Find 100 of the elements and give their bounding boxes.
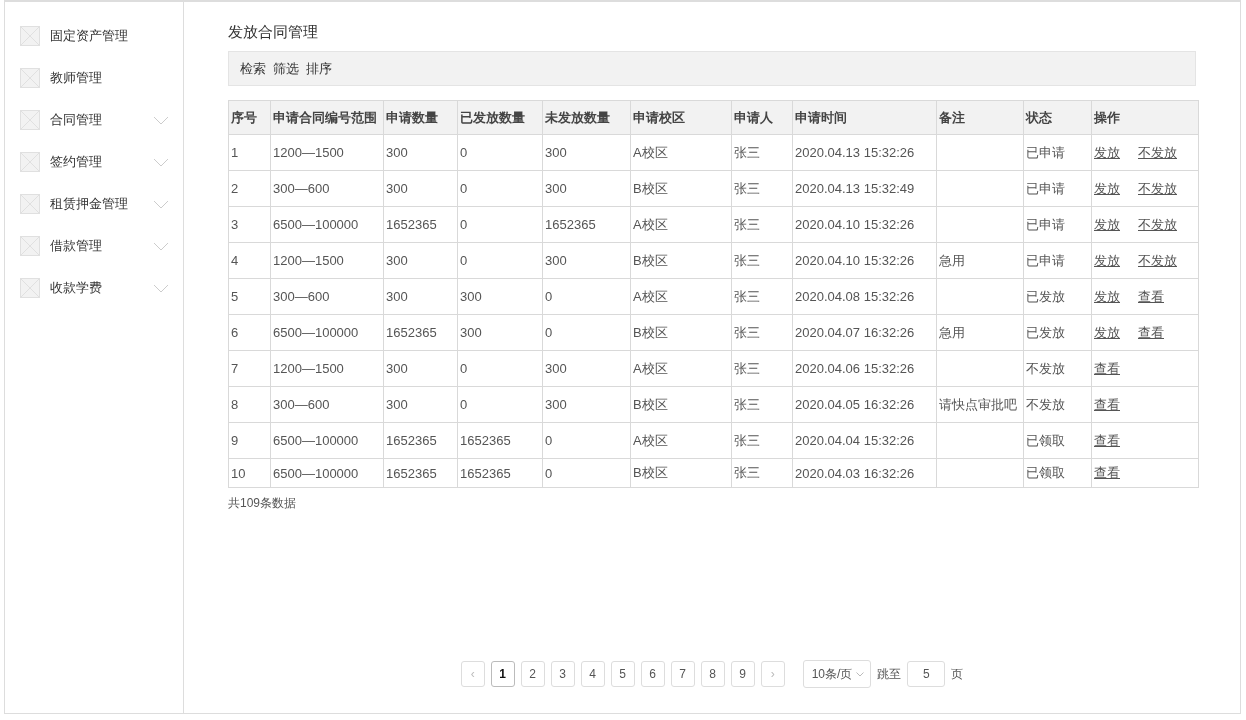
table-cell: 2020.04.10 15:32:26	[792, 206, 937, 243]
action-link[interactable]: 发放	[1094, 324, 1120, 340]
table-cell: 2	[228, 170, 271, 207]
table-cell: 张三	[731, 242, 793, 279]
table-cell: 300—600	[270, 170, 384, 207]
image-placeholder-icon	[20, 278, 40, 298]
table-cell: 1652365	[383, 422, 458, 459]
table-cell: 1652365	[383, 206, 458, 243]
table-cell: 1	[228, 134, 271, 171]
table-cell: 4	[228, 242, 271, 279]
column-header: 未发放数量	[542, 100, 631, 135]
table-cell: 6	[228, 314, 271, 351]
table-cell: 300	[542, 134, 631, 171]
action-link[interactable]: 发放	[1094, 288, 1120, 304]
column-header: 序号	[228, 100, 271, 135]
table-cell: 2020.04.05 16:32:26	[792, 386, 937, 423]
action-link[interactable]: 不发放	[1138, 180, 1177, 196]
table-cell: 已申请	[1023, 242, 1092, 279]
column-header: 申请人	[731, 100, 793, 135]
image-placeholder-icon	[20, 236, 40, 256]
table-cell: 张三	[731, 350, 793, 387]
sidebar-item[interactable]: 签约管理	[5, 141, 183, 183]
page-title: 发放合同管理	[228, 22, 319, 42]
sidebar-item[interactable]: 借款管理	[5, 225, 183, 267]
table-cell: 张三	[731, 386, 793, 423]
table-cell: 2020.04.10 15:32:26	[792, 242, 937, 279]
table-cell: 0	[457, 386, 543, 423]
action-link[interactable]: 发放	[1094, 180, 1120, 196]
action-link[interactable]: 发放	[1094, 144, 1120, 160]
table-cell: 2020.04.04 15:32:26	[792, 422, 937, 459]
page-button[interactable]: 7	[670, 661, 695, 687]
sidebar-item[interactable]: 租赁押金管理	[5, 183, 183, 225]
table-cell: 2020.04.13 15:32:26	[792, 134, 937, 171]
column-header: 申请合同编号范围	[270, 100, 384, 135]
column-header: 操作	[1091, 100, 1199, 135]
sidebar-item[interactable]: 教师管理	[5, 57, 183, 99]
chevron-down-icon	[153, 283, 169, 293]
page-button[interactable]: 1	[490, 661, 515, 687]
page-button[interactable]: 4	[580, 661, 605, 687]
table-cell: 已领取	[1023, 422, 1092, 459]
table-cell: 300	[457, 314, 543, 351]
table-cell: 300—600	[270, 386, 384, 423]
action-link[interactable]: 查看	[1094, 432, 1120, 448]
page-button[interactable]: 6	[640, 661, 665, 687]
column-header: 备注	[936, 100, 1024, 135]
action-link[interactable]: 不发放	[1138, 216, 1177, 232]
action-link[interactable]: 查看	[1094, 396, 1120, 412]
action-link[interactable]: 发放	[1094, 252, 1120, 268]
table-cell: 2020.04.13 15:32:49	[792, 170, 937, 207]
image-placeholder-icon	[20, 194, 40, 214]
sidebar-item[interactable]: 收款学费	[5, 267, 183, 309]
table-cell: 0	[542, 314, 631, 351]
chevron-down-icon	[153, 241, 169, 251]
chevron-down-icon	[153, 115, 169, 125]
toolbar-action[interactable]: 排序	[306, 59, 332, 78]
table-cell: B校区	[630, 386, 732, 423]
table-cell: 张三	[731, 170, 793, 207]
table-cell: 1200—1500	[270, 242, 384, 279]
chevron-down-icon	[153, 157, 169, 167]
page-button[interactable]: 2	[520, 661, 545, 687]
table-cell: 已申请	[1023, 170, 1092, 207]
action-link[interactable]: 不发放	[1138, 144, 1177, 160]
toolbar-action[interactable]: 检索	[240, 59, 266, 78]
page-button[interactable]: 3	[550, 661, 575, 687]
page-button[interactable]: 9	[730, 661, 755, 687]
table-cell: 急用	[936, 242, 1024, 279]
table-cell: 1652365	[542, 206, 631, 243]
table-cell: 不发放	[1023, 386, 1092, 423]
column-header: 状态	[1023, 100, 1092, 135]
action-link[interactable]: 发放	[1094, 216, 1120, 232]
table-cell: A校区	[630, 278, 732, 315]
action-link[interactable]: 查看	[1138, 324, 1164, 340]
table-cell: B校区	[630, 170, 732, 207]
table-cell: 1652365	[383, 314, 458, 351]
jump-label: 跳至	[877, 665, 902, 683]
table-cell: A校区	[630, 350, 732, 387]
toolbar-action[interactable]: 筛选	[273, 59, 299, 78]
sidebar-item[interactable]: 固定资产管理	[5, 15, 183, 57]
table-cell: B校区	[630, 242, 732, 279]
action-link[interactable]: 查看	[1094, 465, 1120, 480]
table-cell: 300	[383, 170, 458, 207]
table-cell: 2020.04.08 15:32:26	[792, 278, 937, 315]
action-link[interactable]: 查看	[1094, 360, 1120, 376]
table-cell: 300	[383, 386, 458, 423]
table-cell: 0	[457, 206, 543, 243]
table-cell: 10	[228, 458, 271, 488]
page-size-select[interactable]: 10条/页	[802, 660, 872, 688]
jump-page-field[interactable]: 5	[907, 661, 946, 687]
action-link[interactable]: 不发放	[1138, 252, 1177, 268]
page-button[interactable]: 5	[610, 661, 635, 687]
sidebar-item[interactable]: 合同管理	[5, 99, 183, 141]
table-cell: 300	[542, 170, 631, 207]
table-cell: 8	[228, 386, 271, 423]
table-cell: 1652365	[457, 422, 543, 459]
table-cell: 请快点审批吧	[936, 386, 1024, 423]
page-button[interactable]: 8	[700, 661, 725, 687]
table-cell: B校区	[630, 314, 732, 351]
image-placeholder-icon	[20, 68, 40, 88]
action-link[interactable]: 查看	[1138, 288, 1164, 304]
table-cell: 300	[383, 242, 458, 279]
